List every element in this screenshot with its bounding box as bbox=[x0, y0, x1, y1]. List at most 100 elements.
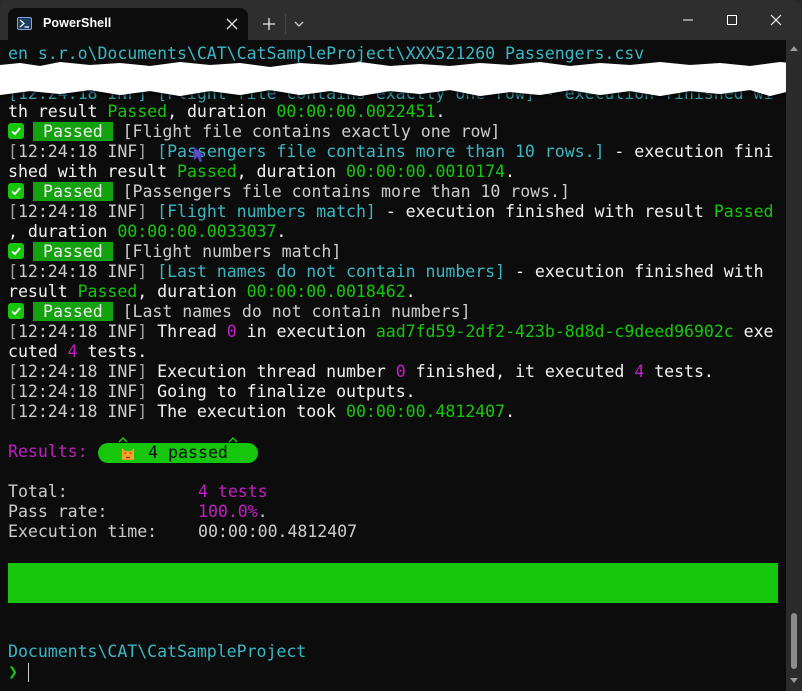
log-segment: 4 bbox=[634, 362, 645, 381]
log-segment: 12:24:18 INF bbox=[17, 202, 138, 221]
log-segment: - execution finished with result bbox=[375, 202, 714, 221]
log-segment: ] bbox=[137, 382, 158, 401]
log-segment: ] bbox=[137, 202, 158, 221]
log-line: [12:24:18 INF] [Passengers file contains… bbox=[8, 142, 774, 162]
checkmark-icon bbox=[8, 243, 24, 259]
log-segment: cuted bbox=[8, 342, 68, 361]
log-segment: . bbox=[405, 282, 416, 301]
scrollbar[interactable] bbox=[786, 40, 802, 691]
passed-badge: Passed bbox=[33, 302, 113, 321]
log-segment: [ bbox=[8, 142, 18, 161]
log-line: result Passed, duration 00:00:00.0018462… bbox=[8, 282, 416, 302]
summary-value: 100.0%. bbox=[198, 502, 268, 522]
test-result-row: Passed [Flight numbers match] bbox=[8, 242, 341, 262]
maximize-icon[interactable] bbox=[712, 10, 752, 30]
log-segment: [Passengers file contains more than 10 r… bbox=[157, 142, 605, 161]
log-segment: [ bbox=[8, 382, 18, 401]
checkmark-icon bbox=[8, 303, 24, 319]
close-icon[interactable] bbox=[756, 10, 796, 30]
log-segment: tests. bbox=[644, 362, 714, 381]
tab-powershell[interactable]: PowerShell bbox=[8, 8, 248, 40]
log-segment: [Flight numbers match] bbox=[112, 242, 342, 261]
log-line: [12:24:18 INF] [Last names do not contai… bbox=[8, 262, 764, 282]
chevron-down-icon[interactable] bbox=[291, 16, 307, 32]
summary-value-text: 100.0% bbox=[198, 502, 258, 521]
log-segment: [Last names do not contain numbers] bbox=[157, 262, 506, 281]
log-segment: 0 bbox=[395, 362, 406, 381]
log-segment: 00:00:00.0022451 bbox=[276, 102, 436, 121]
log-line: [12:24:18 INF] Going to finalize outputs… bbox=[8, 382, 416, 402]
results-label: Results: bbox=[8, 442, 88, 461]
summary-value: 4 tests bbox=[198, 482, 268, 502]
new-tab-icon[interactable] bbox=[258, 14, 280, 34]
log-segment: 12:24:18 INF bbox=[17, 362, 138, 381]
results-pill-text: 4 passed bbox=[148, 443, 228, 462]
scroll-down-icon[interactable] bbox=[790, 678, 798, 683]
title-bar: PowerShell bbox=[0, 0, 802, 40]
progress-bar bbox=[8, 563, 778, 603]
log-segment: , duration bbox=[8, 222, 118, 241]
log-segment: 00:00:00.4812407 bbox=[346, 402, 506, 421]
passed-badge: Passed bbox=[33, 122, 113, 141]
log-segment: Passed bbox=[177, 162, 237, 181]
summary-label: Pass rate: bbox=[8, 502, 108, 521]
log-segment: Passed bbox=[713, 202, 774, 221]
text-cursor[interactable] bbox=[28, 663, 29, 682]
tab-title: PowerShell bbox=[43, 16, 112, 30]
passed-badge: Passed bbox=[33, 242, 113, 261]
terminal-window: PowerShell en s.r.o\Documents\CAT\CatSam… bbox=[0, 0, 802, 691]
log-segment: Going to finalize outputs. bbox=[157, 382, 416, 401]
log-segment: aad7fd59-2df2-423b-8d8d-c9deed96902c bbox=[375, 322, 734, 341]
log-line: shed with result Passed, duration 00:00:… bbox=[8, 162, 515, 182]
log-segment: [ bbox=[8, 402, 18, 421]
log-line: cuted 4 tests. bbox=[8, 342, 147, 362]
prompt-symbol: ❯ bbox=[8, 662, 18, 681]
log-segment: exe bbox=[733, 322, 774, 341]
log-segment: 12:24:18 INF bbox=[17, 322, 138, 341]
caret-icon bbox=[228, 436, 238, 443]
log-segment: [ bbox=[8, 362, 18, 381]
log-segment: Passed bbox=[107, 102, 168, 121]
log-segment: ] bbox=[137, 322, 158, 341]
minimize-icon[interactable] bbox=[668, 10, 708, 30]
log-segment: ] bbox=[137, 362, 158, 381]
test-result-row: Passed [Passengers file contains more th… bbox=[8, 182, 570, 202]
log-line: , duration 00:00:00.0033037. bbox=[8, 222, 286, 242]
log-segment: shed with result bbox=[8, 162, 177, 181]
summary-suffix: . bbox=[257, 502, 268, 521]
summary-value-text: 4 tests bbox=[198, 482, 268, 501]
log-segment: , duration bbox=[167, 102, 277, 121]
log-segment: in execution bbox=[236, 322, 376, 341]
log-line: th result Passed, duration 00:00:00.0022… bbox=[8, 102, 445, 122]
log-segment: 00:00:00.0010174 bbox=[346, 162, 506, 181]
heart-eyes-cat-icon bbox=[122, 448, 134, 460]
caret-icon bbox=[118, 436, 128, 443]
log-segment: 4 bbox=[67, 342, 78, 361]
divider bbox=[285, 14, 286, 34]
log-segment: [Flight numbers match] bbox=[157, 202, 376, 221]
test-result-row: Passed [Last names do not contain number… bbox=[8, 302, 471, 322]
log-segment: - execution finished with bbox=[505, 262, 764, 281]
log-segment: Passed bbox=[77, 282, 138, 301]
checkmark-icon bbox=[8, 183, 24, 199]
log-segment: ] bbox=[137, 142, 158, 161]
close-tab-icon[interactable] bbox=[224, 16, 240, 32]
summary-label: Total: bbox=[8, 482, 68, 501]
log-line: [12:24:18 INF] The execution took 00:00:… bbox=[8, 402, 515, 422]
summary-label: Execution time: bbox=[8, 522, 158, 541]
scroll-up-icon[interactable] bbox=[790, 46, 798, 51]
log-segment: 00:00:00.0018462 bbox=[246, 282, 406, 301]
checkmark-icon bbox=[8, 123, 24, 139]
log-segment: [ bbox=[8, 322, 18, 341]
log-segment: . bbox=[276, 222, 287, 241]
log-segment: 0 bbox=[226, 322, 237, 341]
log-segment: The execution took bbox=[157, 402, 347, 421]
log-segment: [Last names do not contain numbers] bbox=[112, 302, 471, 321]
log-segment: 00:00:00.0033037 bbox=[117, 222, 277, 241]
passed-badge: Passed bbox=[33, 182, 113, 201]
summary-value: 00:00:00.4812407 bbox=[198, 522, 357, 542]
results-pill: 4 passed bbox=[98, 443, 258, 463]
scrollbar-thumb[interactable] bbox=[791, 613, 797, 669]
log-segment: . bbox=[505, 162, 515, 181]
summary-value-text: 00:00:00.4812407 bbox=[198, 522, 358, 541]
